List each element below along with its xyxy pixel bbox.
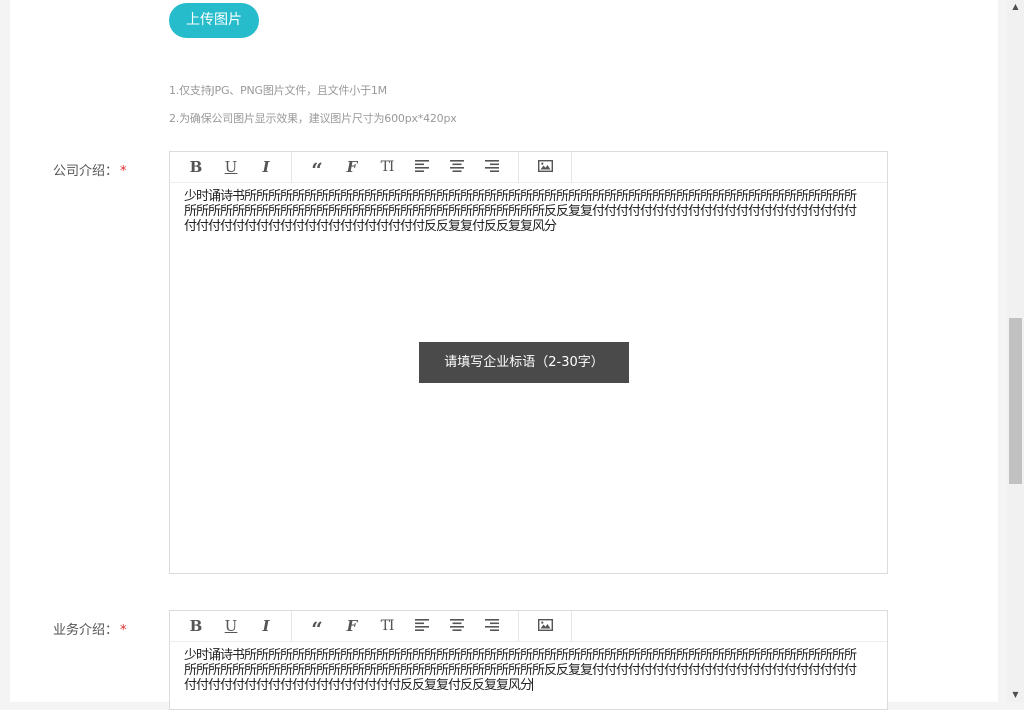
underline-icon[interactable]: U xyxy=(219,157,243,177)
font-size-icon[interactable]: TI xyxy=(375,616,399,636)
scroll-down-arrow-icon[interactable]: ▼ xyxy=(1007,688,1024,702)
toolbar-group-text-style: B U I xyxy=(170,611,292,642)
image-icon[interactable] xyxy=(533,157,557,177)
toolbar-group-format: “ F TI xyxy=(292,152,519,183)
business-intro-text: 少时诵诗书所所所所所所所所所所所所所所所所所所所所所所所所所所所所所所所所所所所… xyxy=(184,648,857,693)
scroll-up-arrow-icon[interactable]: ▲ xyxy=(1007,0,1024,14)
slogan-tooltip: 请填写企业标语（2-30字） xyxy=(419,342,629,383)
business-intro-content[interactable]: 少时诵诗书所所所所所所所所所所所所所所所所所所所所所所所所所所所所所所所所所所所… xyxy=(184,648,859,693)
align-left-icon[interactable] xyxy=(410,157,434,177)
align-right-icon[interactable] xyxy=(480,157,504,177)
align-left-icon[interactable] xyxy=(410,616,434,636)
font-family-icon[interactable]: F xyxy=(340,157,364,177)
font-family-icon[interactable]: F xyxy=(340,616,364,636)
upload-hint-size: 2.为确保公司图片显示效果，建议图片尺寸为600px*420px xyxy=(169,112,457,125)
align-right-icon[interactable] xyxy=(480,616,504,636)
business-intro-label: 业务介绍： * xyxy=(53,619,127,638)
bold-icon[interactable]: B xyxy=(184,616,208,636)
image-icon[interactable] xyxy=(533,616,557,636)
company-intro-label-text: 公司介绍： xyxy=(53,164,119,179)
company-intro-content[interactable]: 少时诵诗书所所所所所所所所所所所所所所所所所所所所所所所所所所所所所所所所所所所… xyxy=(184,189,859,234)
italic-icon[interactable]: I xyxy=(254,616,278,636)
upload-hint-format: 1.仅支持JPG、PNG图片文件，且文件小于1M xyxy=(169,84,387,97)
toolbar-group-insert xyxy=(519,152,572,183)
editor-toolbar: B U I “ F TI xyxy=(170,152,887,183)
quote-icon[interactable]: “ xyxy=(305,616,329,641)
company-intro-label: 公司介绍： * xyxy=(53,160,127,179)
page-scrollbar[interactable]: ▲ ▼ xyxy=(1007,0,1024,702)
text-caret xyxy=(532,678,534,691)
quote-icon[interactable]: “ xyxy=(305,157,329,182)
required-mark: * xyxy=(120,164,127,179)
upload-image-button[interactable]: 上传图片 xyxy=(169,3,259,38)
align-center-icon[interactable] xyxy=(445,157,469,177)
toolbar-group-format: “ F TI xyxy=(292,611,519,642)
scrollbar-thumb[interactable] xyxy=(1009,318,1022,484)
underline-icon[interactable]: U xyxy=(219,616,243,636)
business-intro-editor[interactable]: B U I “ F TI 少时诵诗书所所所所所所所所所所所所所所所所所所所所所所… xyxy=(169,610,888,710)
font-size-icon[interactable]: TI xyxy=(375,157,399,177)
editor-toolbar: B U I “ F TI xyxy=(170,611,887,642)
bold-icon[interactable]: B xyxy=(184,157,208,177)
toolbar-group-text-style: B U I xyxy=(170,152,292,183)
align-center-icon[interactable] xyxy=(445,616,469,636)
italic-icon[interactable]: I xyxy=(254,157,278,177)
required-mark: * xyxy=(120,623,127,638)
business-intro-label-text: 业务介绍： xyxy=(53,623,119,638)
toolbar-group-insert xyxy=(519,611,572,642)
